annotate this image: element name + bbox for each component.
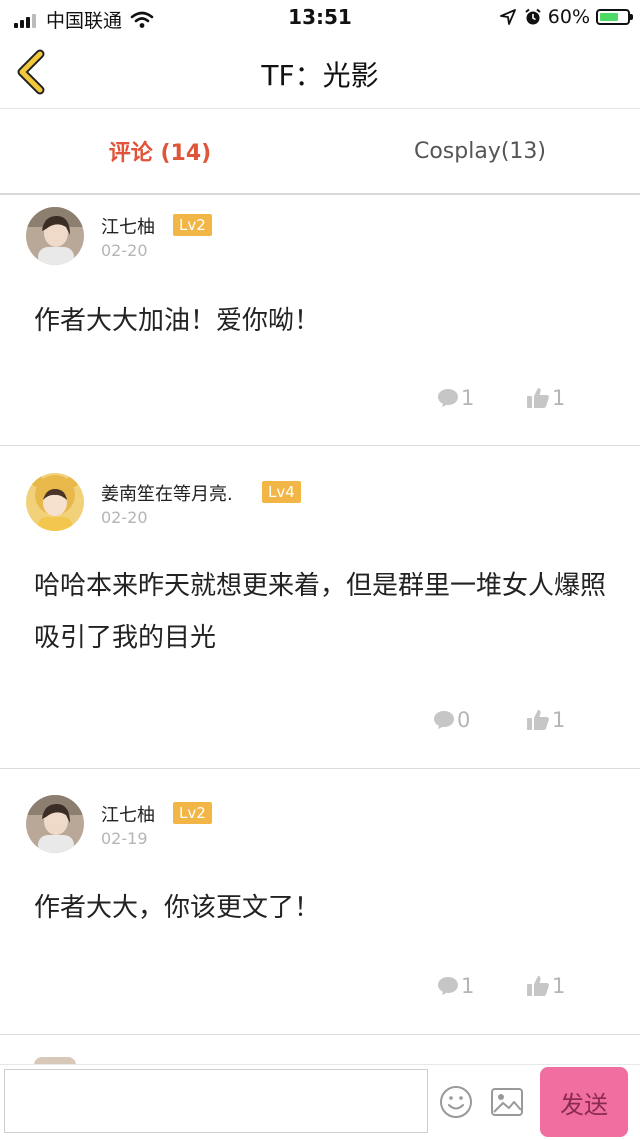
reply-count: 1 [461, 386, 475, 410]
level-badge: Lv2 [173, 802, 212, 824]
thumbs-up-icon [527, 710, 549, 730]
image-icon [491, 1088, 523, 1116]
comment-composer: 发送 [0, 1064, 640, 1140]
nav-bar: TF：光影 [0, 36, 640, 109]
reply-button[interactable]: 1 [437, 974, 474, 998]
page-title: TF：光影 [261, 59, 379, 92]
avatar[interactable] [26, 473, 84, 531]
alarm-icon [525, 8, 541, 25]
location-icon [499, 9, 516, 25]
comment-item: 江七柚 Lv2 02-19 作者大大，你该更文了！ 1 1 [0, 769, 640, 1035]
comment-date: 02-20 [101, 508, 148, 527]
comment-item: 江七柚 Lv2 02-20 作者大大加油！爱你呦！ 1 1 [0, 195, 640, 446]
comment-text: 作者大大加油！爱你呦！ [34, 306, 321, 336]
smiley-icon [440, 1086, 472, 1118]
tab-cosplay[interactable]: Cosplay(13) [320, 109, 640, 193]
comment-bubble-icon [434, 711, 454, 729]
comment-date: 02-20 [101, 241, 148, 260]
comment-bubble-icon [438, 977, 458, 995]
level-badge: Lv4 [262, 481, 301, 503]
battery-percent: 60% [547, 6, 590, 28]
like-count: 1 [552, 708, 566, 732]
like-count: 1 [552, 386, 566, 410]
like-button[interactable]: 1 [526, 708, 565, 732]
avatar[interactable] [26, 207, 84, 265]
comment-bubble-icon [438, 389, 458, 407]
like-button[interactable]: 1 [526, 386, 565, 410]
reply-count: 1 [461, 974, 475, 998]
reply-count: 0 [457, 708, 471, 732]
emoji-button[interactable] [439, 1085, 473, 1119]
user-name[interactable]: 姜南笙在等月亮. [101, 480, 233, 506]
comment-item: 姜南笙在等月亮. Lv4 02-20 哈哈本来昨天就想更来着，但是群里一堆女人爆… [0, 446, 640, 769]
reply-button[interactable]: 1 [437, 386, 474, 410]
like-button[interactable]: 1 [526, 974, 565, 998]
thumbs-up-icon [527, 388, 549, 408]
level-badge: Lv2 [173, 214, 212, 236]
avatar[interactable] [26, 795, 84, 853]
comment-text: 哈哈本来昨天就想更来着，但是群里一堆女人爆照吸引了我的目光 [34, 571, 607, 653]
user-name[interactable]: 江七柚 [101, 801, 155, 827]
tab-comments[interactable]: 评论 (14) [0, 109, 320, 193]
status-right: 60% [499, 6, 633, 28]
status-bar: 中国联通 13:51 60% [0, 0, 640, 36]
image-button[interactable] [490, 1087, 524, 1117]
send-button[interactable]: 发送 [540, 1067, 628, 1137]
battery-icon [596, 9, 633, 25]
thumbs-up-icon [527, 976, 549, 996]
user-name[interactable]: 江七柚 [101, 213, 155, 239]
comment-date: 02-19 [101, 829, 148, 848]
comment-list: 江七柚 Lv2 02-20 作者大大加油！爱你呦！ 1 1 姜南笙在等月亮. L… [0, 195, 640, 1035]
tab-bar: 评论 (14) Cosplay(13) [0, 109, 640, 195]
like-count: 1 [552, 974, 566, 998]
reply-button[interactable]: 0 [433, 708, 470, 732]
comment-input[interactable] [4, 1069, 428, 1133]
comment-text: 作者大大，你该更文了！ [34, 893, 321, 923]
